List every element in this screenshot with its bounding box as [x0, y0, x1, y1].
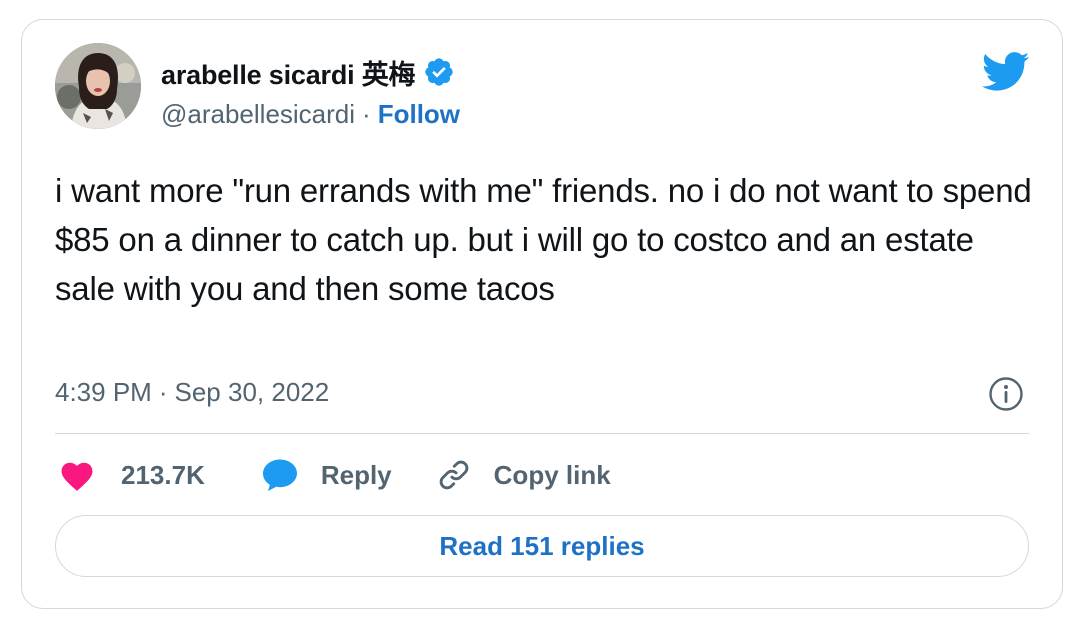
tweet-card: arabelle sicardi 英梅 @arabellesicardi · F… [21, 19, 1063, 609]
speech-bubble-icon [261, 457, 299, 493]
twitter-bird-icon[interactable] [981, 52, 1030, 92]
author-display-name[interactable]: arabelle sicardi 英梅 [161, 53, 416, 92]
tweet-timestamp[interactable]: 4:39 PM · Sep 30, 2022 [55, 372, 329, 412]
author-handle[interactable]: @arabellesicardi [161, 99, 355, 130]
tweet-time[interactable]: 4:39 PM [55, 377, 152, 408]
avatar-image [55, 43, 141, 129]
avatar[interactable] [55, 43, 141, 129]
timestamp-separator: · [158, 376, 168, 407]
copy-link-label: Copy link [493, 459, 611, 490]
read-replies-button[interactable]: Read 151 replies [55, 515, 1029, 577]
author-name-row: arabelle sicardi 英梅 [161, 54, 455, 90]
follow-button[interactable]: Follow [378, 99, 460, 130]
tweet-date[interactable]: Sep 30, 2022 [175, 377, 330, 408]
like-count: 213.7K [121, 459, 205, 490]
verified-badge-icon [423, 56, 455, 88]
reply-button[interactable]: Reply [261, 457, 392, 493]
tweet-actions: 213.7K Reply Copy link [59, 453, 611, 497]
author-handle-row: @arabellesicardi · Follow [161, 97, 460, 131]
handle-separator: · [362, 98, 371, 129]
link-icon [436, 457, 472, 493]
tweet-text: i want more "run errands with me" friend… [55, 172, 1032, 307]
heart-icon [59, 458, 95, 492]
copy-link-button[interactable]: Copy link [436, 457, 611, 493]
like-button[interactable]: 213.7K [59, 458, 205, 492]
reply-label: Reply [320, 459, 392, 490]
divider [55, 433, 1029, 434]
info-icon[interactable] [988, 376, 1024, 412]
